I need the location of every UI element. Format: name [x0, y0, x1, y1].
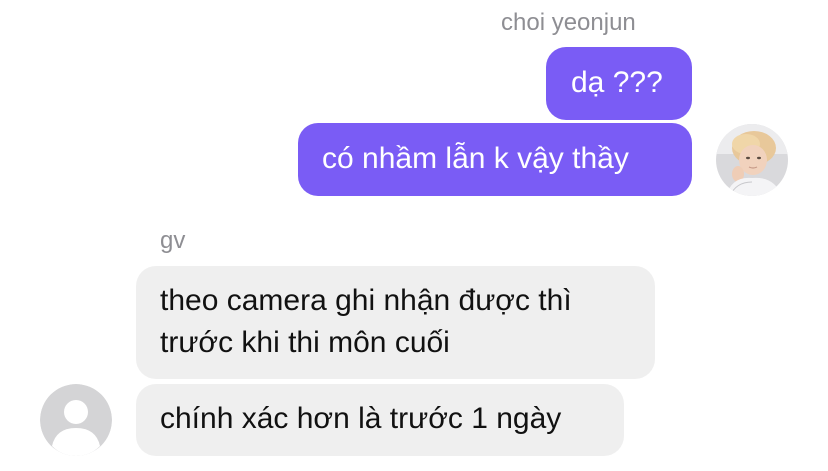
incoming-message-bubble[interactable]: theo camera ghi nhận được thì trước khi … [136, 266, 655, 379]
outgoing-message-bubble[interactable]: có nhầm lẫn k vậy thầy [298, 123, 692, 196]
message-text: dạ ??? [571, 66, 663, 99]
incoming-message-bubble[interactable]: chính xác hơn là trước 1 ngày [136, 384, 624, 456]
message-text-line: trước khi thi môn cuối [160, 326, 450, 359]
message-text: có nhầm lẫn k vậy thầy [322, 142, 629, 175]
outgoing-message-bubble[interactable]: dạ ??? [546, 47, 692, 120]
incoming-sender-name: gv [160, 227, 186, 254]
user-photo-avatar[interactable] [716, 124, 788, 196]
message-text-line: theo camera ghi nhận được thì [160, 284, 572, 317]
message-text: chính xác hơn là trước 1 ngày [160, 402, 562, 435]
default-person-avatar-icon[interactable] [40, 384, 112, 456]
outgoing-sender-name: choi yeonjun [501, 9, 636, 36]
